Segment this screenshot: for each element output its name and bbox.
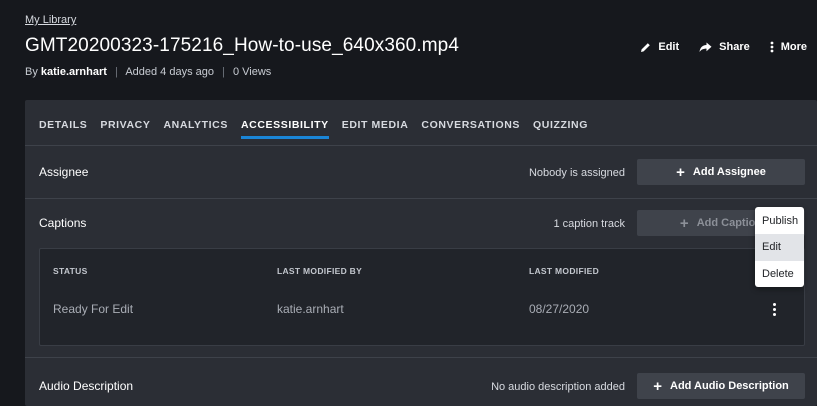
- row-actions-kebab-icon[interactable]: [764, 297, 784, 321]
- more-button[interactable]: More: [770, 41, 807, 53]
- assignee-status: Nobody is assigned: [528, 167, 625, 179]
- tab-analytics[interactable]: ANALYTICS: [163, 117, 228, 145]
- column-header-last-modified-by: LAST MODIFIED BY: [277, 266, 363, 276]
- add-assignee-button[interactable]: + Add Assignee: [637, 159, 805, 185]
- author-link[interactable]: katie.arnhart: [41, 66, 107, 78]
- tab-quizzing[interactable]: QUIZZING: [533, 117, 588, 145]
- kebab-icon: [770, 41, 774, 53]
- view-count: 0 Views: [232, 66, 272, 78]
- column-header-status: STATUS: [53, 266, 88, 276]
- caption-modified-by-cell: katie.arnhart: [277, 302, 344, 316]
- share-arrow-icon: [699, 42, 712, 53]
- menu-item-delete[interactable]: Delete: [755, 261, 804, 287]
- tab-privacy[interactable]: PRIVACY: [100, 117, 150, 145]
- edit-button[interactable]: Edit: [640, 41, 679, 53]
- media-meta: By katie.arnhart | Added 4 days ago | 0 …: [25, 66, 271, 78]
- tab-details[interactable]: DETAILS: [39, 117, 87, 145]
- more-label: More: [780, 41, 807, 53]
- add-audio-description-label: Add Audio Description: [670, 380, 789, 392]
- add-caption-label: Add Caption: [696, 217, 763, 229]
- tab-accessibility[interactable]: ACCESSIBILITY: [240, 117, 329, 145]
- captions-table: STATUS LAST MODIFIED BY LAST MODIFIED Re…: [39, 248, 805, 346]
- caption-status-cell: Ready For Edit: [53, 302, 134, 316]
- tabs-divider: [25, 145, 817, 146]
- add-assignee-label: Add Assignee: [692, 166, 766, 178]
- edit-label: Edit: [658, 41, 680, 53]
- meta-separator: |: [115, 66, 118, 78]
- menu-item-publish[interactable]: Publish: [755, 207, 804, 234]
- pencil-icon: [640, 42, 651, 53]
- row-divider: [25, 198, 817, 199]
- added-date: Added 4 days ago: [125, 66, 214, 78]
- add-audio-description-button[interactable]: + Add Audio Description: [637, 373, 805, 399]
- page-title: GMT20200323-175216_How-to-use_640x360.mp…: [25, 35, 459, 56]
- share-button[interactable]: Share: [699, 41, 750, 53]
- caption-row-menu: Publish Edit Delete: [755, 207, 804, 287]
- accessibility-panel: DETAILS PRIVACY ANALYTICS ACCESSIBILITY …: [25, 100, 817, 406]
- captions-status: 1 caption track: [553, 218, 625, 230]
- row-divider: [25, 357, 817, 358]
- breadcrumb-my-library[interactable]: My Library: [25, 14, 76, 26]
- plus-icon: +: [653, 377, 662, 395]
- column-header-last-modified: LAST MODIFIED: [529, 266, 600, 276]
- audio-description-label: Audio Description: [39, 379, 134, 393]
- tab-conversations[interactable]: CONVERSATIONS: [421, 117, 520, 145]
- header-actions: Edit Share More: [640, 41, 807, 53]
- media-header: My Library GMT20200323-175216_How-to-use…: [0, 0, 817, 100]
- share-label: Share: [719, 41, 750, 53]
- meta-by: By: [25, 66, 38, 78]
- captions-label: Captions: [39, 216, 87, 230]
- plus-icon: +: [679, 214, 689, 232]
- menu-item-edit[interactable]: Edit: [755, 234, 804, 261]
- tab-edit-media[interactable]: EDIT MEDIA: [342, 117, 409, 145]
- assignee-label: Assignee: [39, 165, 89, 179]
- meta-separator: |: [222, 66, 225, 78]
- plus-icon: +: [676, 163, 685, 181]
- audio-description-status: No audio description added: [491, 381, 625, 393]
- media-tabs: DETAILS PRIVACY ANALYTICS ACCESSIBILITY …: [39, 117, 588, 145]
- caption-modified-date-cell: 08/27/2020: [529, 302, 590, 316]
